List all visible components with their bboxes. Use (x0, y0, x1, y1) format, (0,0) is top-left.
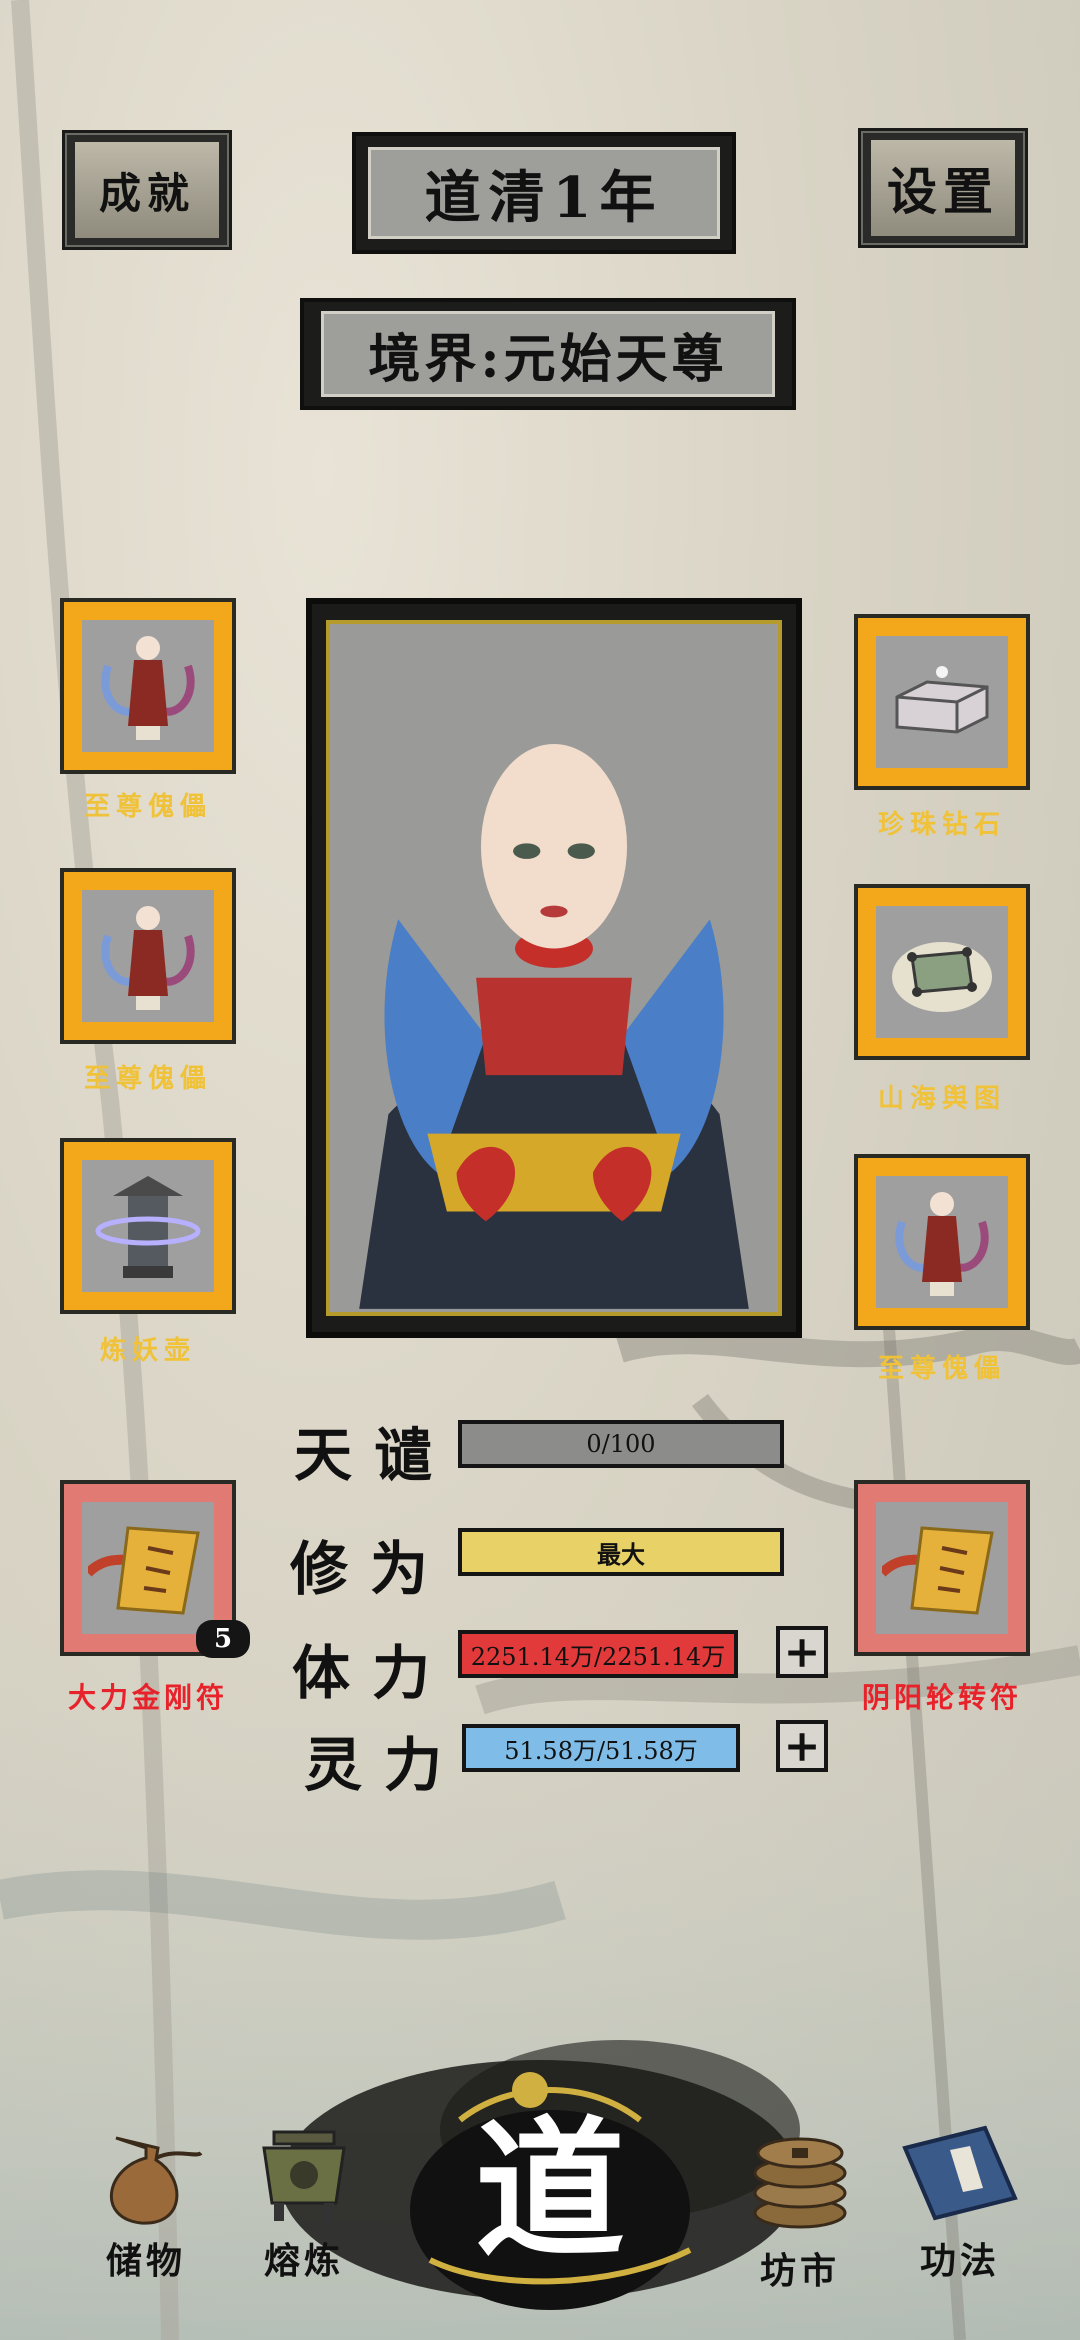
puppet-figure-icon (101, 906, 195, 1010)
mountain-sea-map-icon (892, 942, 992, 1012)
right-slot-2-label: 山海舆图 (877, 1084, 1006, 1114)
settings-button[interactable]: 设置 (858, 128, 1028, 248)
left-slot-2-label: 至尊傀儡 (83, 1064, 212, 1094)
settings-label: 设置 (870, 140, 1016, 236)
nav-smelting[interactable]: 熔炼 (234, 2118, 374, 2298)
left-slot-2[interactable] (60, 868, 236, 1044)
xiuwei-label: 修为 (290, 1535, 451, 1603)
tili-value: 2251.14万/2251.14万 (470, 1642, 726, 1671)
xiuwei-bar: 最大 (458, 1528, 784, 1576)
realm-text: 境界:元始天尊 (320, 311, 776, 397)
tili-bar: 2251.14万/2251.14万 (458, 1630, 738, 1678)
right-talisman-label: 阴阳轮转符 (861, 1681, 1022, 1714)
lingli-bar: 51.58万/51.58万 (462, 1724, 740, 1772)
nav-storage-label: 储物 (105, 2240, 186, 2282)
pearl-diamond-icon (895, 666, 989, 734)
tianqian-label: 天谴 (294, 1421, 455, 1489)
lingli-plus-button[interactable]: + (776, 1720, 828, 1772)
nav-skills[interactable]: 功法 (890, 2118, 1030, 2298)
right-talisman-slot[interactable] (854, 1480, 1030, 1656)
year-title-plate: 道清1年 (352, 132, 736, 254)
tili-label: 体力 (292, 1639, 453, 1707)
left-slot-1[interactable] (60, 598, 236, 774)
tianqian-value: 0/100 (586, 1430, 656, 1458)
xiuwei-value: 最大 (597, 1539, 645, 1569)
cultivator-avatar-icon (359, 744, 749, 1309)
demon-refining-pot-icon (95, 1176, 201, 1278)
cauldron-icon (262, 2130, 346, 2221)
pouch-icon (110, 2136, 203, 2225)
right-slot-1-label: 珍珠钻石 (877, 810, 1006, 840)
nav-smelting-label: 熔炼 (263, 2240, 344, 2282)
realm-plate: 境界:元始天尊 (300, 298, 796, 410)
nav-dao-button[interactable]: 道 (390, 2060, 710, 2320)
coin-stack-icon (753, 2137, 847, 2229)
lingli-label: 灵力 (304, 1731, 465, 1799)
nav-dao-label: 道 (474, 2102, 625, 2278)
nav-storage[interactable]: 储物 (76, 2118, 216, 2298)
left-slot-3[interactable] (60, 1138, 236, 1314)
achievement-button[interactable]: 成就 (62, 130, 232, 250)
right-slot-1[interactable] (854, 614, 1030, 790)
talisman-scroll-icon (88, 1526, 200, 1615)
manual-book-icon (902, 2125, 1018, 2221)
puppet-figure-icon (101, 636, 195, 740)
nav-market[interactable]: 坊市 (730, 2118, 870, 2298)
right-slot-3[interactable] (854, 1154, 1030, 1330)
tili-plus-button[interactable]: + (776, 1626, 828, 1678)
left-slot-3-label: 炼妖壶 (99, 1336, 196, 1366)
lingli-value: 51.58万/51.58万 (504, 1736, 698, 1765)
nav-market-label: 坊市 (759, 2250, 840, 2292)
puppet-figure-icon (895, 1192, 989, 1296)
talisman-count-badge: 5 (196, 1620, 250, 1658)
talisman-scroll-icon (882, 1526, 994, 1615)
character-portrait-frame[interactable] (306, 598, 802, 1338)
left-slot-1-label: 至尊傀儡 (83, 792, 212, 822)
year-title: 道清1年 (368, 146, 720, 240)
nav-skills-label: 功法 (919, 2240, 1000, 2282)
right-slot-2[interactable] (854, 884, 1030, 1060)
right-slot-3-label: 至尊傀儡 (877, 1354, 1006, 1384)
character-portrait (326, 620, 782, 1316)
achievement-label: 成就 (74, 142, 220, 238)
tianqian-bar: 0/100 (458, 1420, 784, 1468)
left-talisman-label: 大力金刚符 (67, 1681, 228, 1714)
